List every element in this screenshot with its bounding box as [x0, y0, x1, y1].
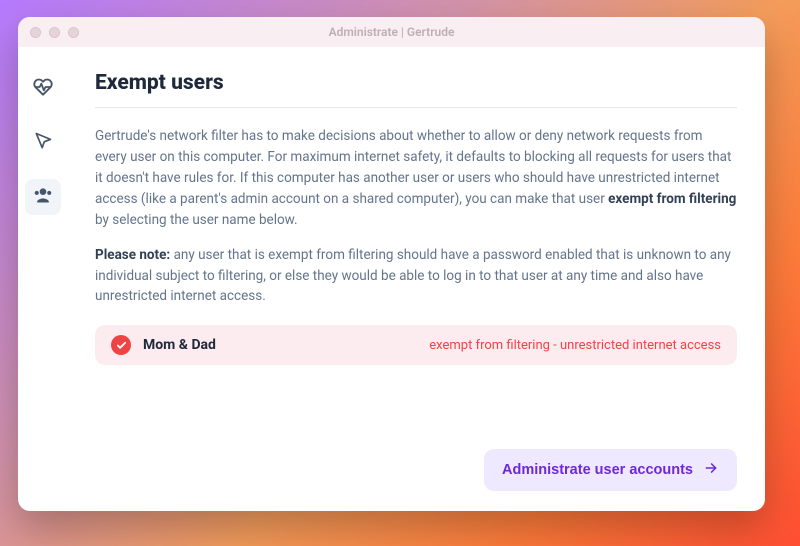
main-panel: Exempt users Gertrude's network filter h…: [67, 47, 765, 511]
traffic-lights: [30, 27, 79, 38]
app-window: Administrate | Gertrude Exempt users: [18, 17, 765, 511]
user-status: exempt from filtering - unrestricted int…: [429, 338, 721, 353]
traffic-light-zoom[interactable]: [68, 27, 79, 38]
exempt-check-icon: [111, 335, 131, 355]
divider: [95, 107, 737, 108]
note-paragraph: Please note: any user that is exempt fro…: [95, 245, 737, 308]
intro-text-b: by selecting the user name below.: [95, 212, 298, 228]
user-name: Mom & Dad: [143, 337, 216, 353]
administrate-accounts-button[interactable]: Administrate user accounts: [484, 449, 737, 491]
user-row[interactable]: Mom & Dad exempt from filtering - unrest…: [95, 325, 737, 365]
arrow-right-icon: [703, 461, 719, 479]
administrate-accounts-label: Administrate user accounts: [502, 462, 693, 478]
window-title: Administrate | Gertrude: [18, 25, 765, 39]
footer: Administrate user accounts: [95, 449, 737, 491]
note-lead: Please note:: [95, 247, 170, 263]
page-title: Exempt users: [95, 71, 737, 107]
sidebar: [18, 47, 67, 511]
traffic-light-close[interactable]: [30, 27, 41, 38]
users-icon: [33, 185, 53, 209]
intro-strong: exempt from filtering: [608, 191, 736, 207]
traffic-light-minimize[interactable]: [49, 27, 60, 38]
sidebar-item-users[interactable]: [25, 179, 61, 215]
sidebar-item-actions[interactable]: [25, 125, 61, 161]
window-body: Exempt users Gertrude's network filter h…: [18, 47, 765, 511]
heartbeat-icon: [33, 77, 53, 101]
intro-paragraph: Gertrude's network filter has to make de…: [95, 126, 737, 231]
titlebar: Administrate | Gertrude: [18, 17, 765, 47]
sidebar-item-health[interactable]: [25, 71, 61, 107]
note-rest: any user that is exempt from filtering s…: [95, 247, 731, 305]
cursor-icon: [33, 131, 53, 155]
